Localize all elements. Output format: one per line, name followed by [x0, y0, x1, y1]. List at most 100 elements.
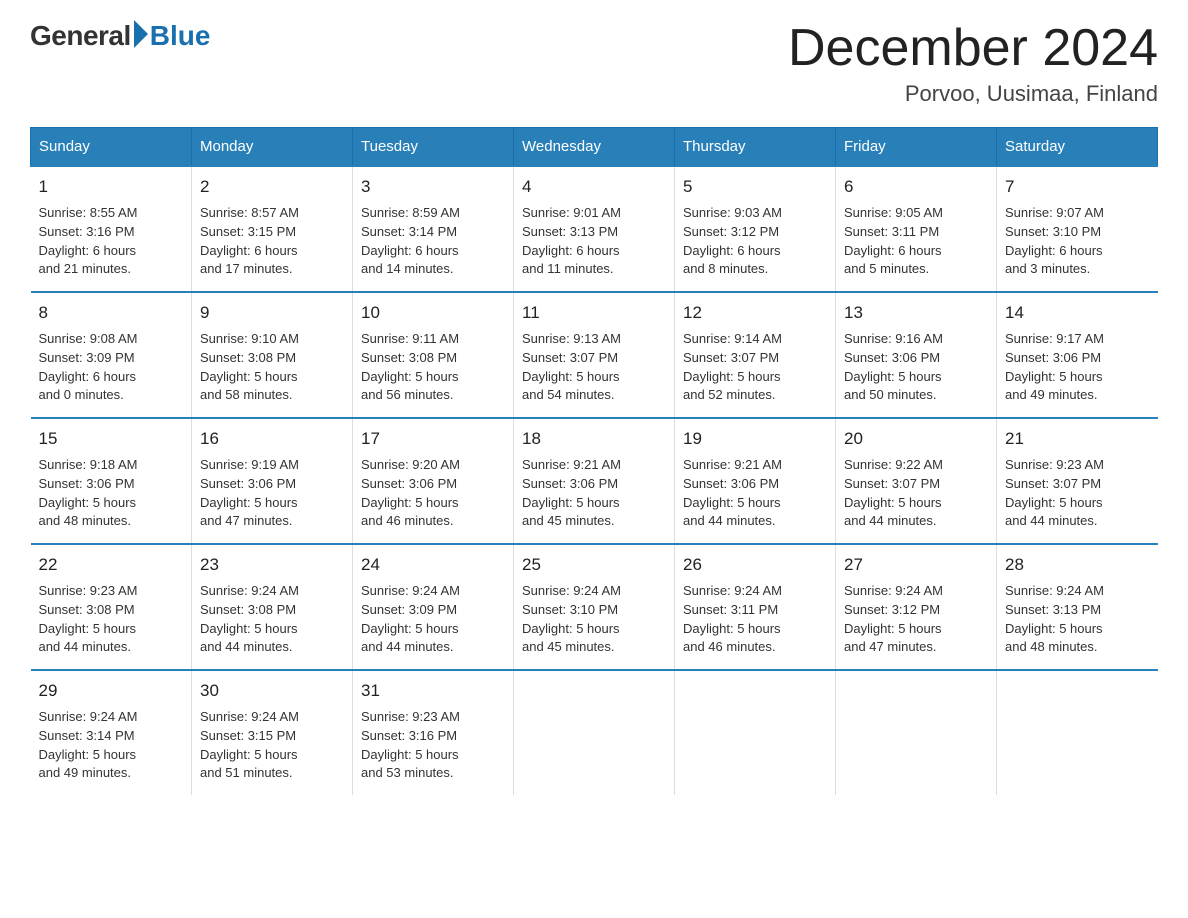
day-info: Sunrise: 9:23 AM Sunset: 3:08 PM Dayligh…	[39, 582, 184, 657]
day-info: Sunrise: 9:24 AM Sunset: 3:08 PM Dayligh…	[200, 582, 344, 657]
day-info: Sunrise: 9:08 AM Sunset: 3:09 PM Dayligh…	[39, 330, 184, 405]
day-info: Sunrise: 9:19 AM Sunset: 3:06 PM Dayligh…	[200, 456, 344, 531]
col-saturday: Saturday	[997, 128, 1158, 167]
day-info: Sunrise: 8:59 AM Sunset: 3:14 PM Dayligh…	[361, 204, 505, 279]
calendar-day-cell: 30 Sunrise: 9:24 AM Sunset: 3:15 PM Dayli…	[192, 670, 353, 795]
month-title: December 2024	[788, 20, 1158, 77]
calendar-table: Sunday Monday Tuesday Wednesday Thursday…	[30, 127, 1158, 795]
day-info: Sunrise: 9:03 AM Sunset: 3:12 PM Dayligh…	[683, 204, 827, 279]
col-monday: Monday	[192, 128, 353, 167]
calendar-day-cell: 27Sunrise: 9:24 AM Sunset: 3:12 PM Dayli…	[836, 544, 997, 670]
calendar-day-cell: 28 Sunrise: 9:24 AM Sunset: 3:13 PM Dayli…	[997, 544, 1158, 670]
calendar-header: Sunday Monday Tuesday Wednesday Thursday…	[31, 128, 1158, 167]
day-number: 3	[361, 175, 505, 200]
logo-blue-text: Blue	[150, 20, 211, 52]
calendar-day-cell: 21 Sunrise: 9:23 AM Sunset: 3:07 PM Dayli…	[997, 418, 1158, 544]
day-number: 28	[1005, 553, 1150, 578]
day-number: 20	[844, 427, 988, 452]
calendar-day-cell: 3 Sunrise: 8:59 AM Sunset: 3:14 PM Daylig…	[353, 166, 514, 292]
day-number: 24	[361, 553, 505, 578]
day-info: Sunrise: 9:05 AM Sunset: 3:11 PM Dayligh…	[844, 204, 988, 279]
day-number: 25	[522, 553, 666, 578]
calendar-day-cell: 20 Sunrise: 9:22 AM Sunset: 3:07 PM Dayli…	[836, 418, 997, 544]
calendar-day-cell	[836, 670, 997, 795]
day-number: 23	[200, 553, 344, 578]
day-info: Sunrise: 9:22 AM Sunset: 3:07 PM Dayligh…	[844, 456, 988, 531]
day-number: 19	[683, 427, 827, 452]
day-info: Sunrise: 9:24 AM Sunset: 3:15 PM Dayligh…	[200, 708, 344, 783]
calendar-day-cell: 13 Sunrise: 9:16 AM Sunset: 3:06 PM Dayli…	[836, 292, 997, 418]
day-info: Sunrise: 9:14 AM Sunset: 3:07 PM Dayligh…	[683, 330, 827, 405]
col-wednesday: Wednesday	[514, 128, 675, 167]
day-number: 22	[39, 553, 184, 578]
day-number: 4	[522, 175, 666, 200]
day-number: 5	[683, 175, 827, 200]
calendar-day-cell: 9 Sunrise: 9:10 AM Sunset: 3:08 PM Daylig…	[192, 292, 353, 418]
calendar-day-cell: 17 Sunrise: 9:20 AM Sunset: 3:06 PM Dayli…	[353, 418, 514, 544]
day-info: Sunrise: 9:23 AM Sunset: 3:16 PM Dayligh…	[361, 708, 505, 783]
calendar-day-cell: 6 Sunrise: 9:05 AM Sunset: 3:11 PM Daylig…	[836, 166, 997, 292]
day-number: 31	[361, 679, 505, 704]
day-info: Sunrise: 9:23 AM Sunset: 3:07 PM Dayligh…	[1005, 456, 1150, 531]
calendar-day-cell: 10 Sunrise: 9:11 AM Sunset: 3:08 PM Dayli…	[353, 292, 514, 418]
day-number: 2	[200, 175, 344, 200]
day-info: Sunrise: 9:24 AM Sunset: 3:14 PM Dayligh…	[39, 708, 184, 783]
day-info: Sunrise: 9:21 AM Sunset: 3:06 PM Dayligh…	[522, 456, 666, 531]
day-number: 26	[683, 553, 827, 578]
calendar-day-cell: 2 Sunrise: 8:57 AM Sunset: 3:15 PM Daylig…	[192, 166, 353, 292]
calendar-day-cell: 11 Sunrise: 9:13 AM Sunset: 3:07 PM Dayli…	[514, 292, 675, 418]
day-number: 8	[39, 301, 184, 326]
day-info: Sunrise: 9:20 AM Sunset: 3:06 PM Dayligh…	[361, 456, 505, 531]
day-info: Sunrise: 9:16 AM Sunset: 3:06 PM Dayligh…	[844, 330, 988, 405]
day-info: Sunrise: 9:24 AM Sunset: 3:11 PM Dayligh…	[683, 582, 827, 657]
calendar-day-cell: 29 Sunrise: 9:24 AM Sunset: 3:14 PM Dayli…	[31, 670, 192, 795]
day-info: Sunrise: 9:18 AM Sunset: 3:06 PM Dayligh…	[39, 456, 184, 531]
day-number: 12	[683, 301, 827, 326]
calendar-day-cell: 26 Sunrise: 9:24 AM Sunset: 3:11 PM Dayli…	[675, 544, 836, 670]
day-info: Sunrise: 8:55 AM Sunset: 3:16 PM Dayligh…	[39, 204, 184, 279]
header-row: Sunday Monday Tuesday Wednesday Thursday…	[31, 128, 1158, 167]
calendar-day-cell: 15 Sunrise: 9:18 AM Sunset: 3:06 PM Dayli…	[31, 418, 192, 544]
day-number: 9	[200, 301, 344, 326]
calendar-body: 1Sunrise: 8:55 AM Sunset: 3:16 PM Daylig…	[31, 166, 1158, 795]
day-info: Sunrise: 9:24 AM Sunset: 3:09 PM Dayligh…	[361, 582, 505, 657]
day-info: Sunrise: 9:13 AM Sunset: 3:07 PM Dayligh…	[522, 330, 666, 405]
calendar-day-cell: 22 Sunrise: 9:23 AM Sunset: 3:08 PM Dayli…	[31, 544, 192, 670]
day-number: 15	[39, 427, 184, 452]
day-number: 10	[361, 301, 505, 326]
calendar-day-cell: 8 Sunrise: 9:08 AM Sunset: 3:09 PM Daylig…	[31, 292, 192, 418]
day-info: Sunrise: 9:10 AM Sunset: 3:08 PM Dayligh…	[200, 330, 344, 405]
calendar-day-cell: 18Sunrise: 9:21 AM Sunset: 3:06 PM Dayli…	[514, 418, 675, 544]
calendar-week-row: 29 Sunrise: 9:24 AM Sunset: 3:14 PM Dayli…	[31, 670, 1158, 795]
day-number: 6	[844, 175, 988, 200]
day-info: Sunrise: 9:01 AM Sunset: 3:13 PM Dayligh…	[522, 204, 666, 279]
day-info: Sunrise: 9:17 AM Sunset: 3:06 PM Dayligh…	[1005, 330, 1150, 405]
calendar-week-row: 15 Sunrise: 9:18 AM Sunset: 3:06 PM Dayli…	[31, 418, 1158, 544]
day-info: Sunrise: 8:57 AM Sunset: 3:15 PM Dayligh…	[200, 204, 344, 279]
logo: General Blue	[30, 20, 210, 52]
day-number: 13	[844, 301, 988, 326]
calendar-day-cell: 23 Sunrise: 9:24 AM Sunset: 3:08 PM Dayli…	[192, 544, 353, 670]
day-number: 21	[1005, 427, 1150, 452]
day-number: 14	[1005, 301, 1150, 326]
calendar-day-cell: 7 Sunrise: 9:07 AM Sunset: 3:10 PM Daylig…	[997, 166, 1158, 292]
page-header: General Blue December 2024 Porvoo, Uusim…	[30, 20, 1158, 107]
day-number: 29	[39, 679, 184, 704]
day-info: Sunrise: 9:24 AM Sunset: 3:13 PM Dayligh…	[1005, 582, 1150, 657]
day-number: 11	[522, 301, 666, 326]
day-info: Sunrise: 9:07 AM Sunset: 3:10 PM Dayligh…	[1005, 204, 1150, 279]
calendar-week-row: 1Sunrise: 8:55 AM Sunset: 3:16 PM Daylig…	[31, 166, 1158, 292]
col-tuesday: Tuesday	[353, 128, 514, 167]
day-info: Sunrise: 9:24 AM Sunset: 3:12 PM Dayligh…	[844, 582, 988, 657]
calendar-day-cell: 14 Sunrise: 9:17 AM Sunset: 3:06 PM Dayli…	[997, 292, 1158, 418]
title-block: December 2024 Porvoo, Uusimaa, Finland	[788, 20, 1158, 107]
day-number: 30	[200, 679, 344, 704]
calendar-day-cell: 16Sunrise: 9:19 AM Sunset: 3:06 PM Dayli…	[192, 418, 353, 544]
calendar-day-cell: 24 Sunrise: 9:24 AM Sunset: 3:09 PM Dayli…	[353, 544, 514, 670]
day-number: 7	[1005, 175, 1150, 200]
day-info: Sunrise: 9:11 AM Sunset: 3:08 PM Dayligh…	[361, 330, 505, 405]
day-number: 17	[361, 427, 505, 452]
col-sunday: Sunday	[31, 128, 192, 167]
calendar-day-cell: 25Sunrise: 9:24 AM Sunset: 3:10 PM Dayli…	[514, 544, 675, 670]
day-info: Sunrise: 9:21 AM Sunset: 3:06 PM Dayligh…	[683, 456, 827, 531]
